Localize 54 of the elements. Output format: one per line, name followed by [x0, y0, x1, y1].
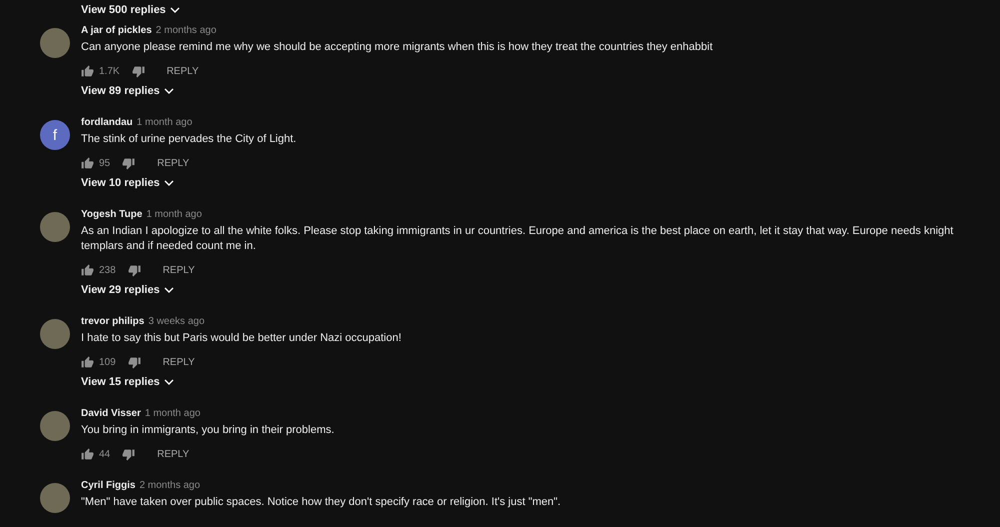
comment-text: I hate to say this but Paris would be better under Nazi occupation! [81, 331, 402, 346]
chevron-down-icon [164, 379, 174, 385]
thumbs-down-icon[interactable] [122, 156, 136, 170]
comment-text: As an Indian I apologize to all the white folks. Please stop taking immigrants in ur countries. Europe and america is the best place on earth, let it stay that way. Europe needs knight templars and if needed count me in. [81, 224, 954, 254]
author-name[interactable]: Yogesh Tupe [81, 208, 142, 222]
view-replies-button[interactable]: View 29 replies [81, 284, 174, 296]
like-count: 44 [99, 448, 110, 460]
chevron-down-icon [170, 7, 180, 13]
avatar-placeholder [40, 411, 70, 441]
like-count: 1.7K [99, 66, 120, 76]
author-name[interactable]: David Visser [81, 407, 141, 421]
comment-text: "Men" have taken over public spaces. Notice how they don't specify race or religion. It's just "men". [81, 495, 562, 510]
chevron-down-icon [164, 88, 174, 94]
like-count: 238 [99, 264, 116, 276]
view-replies-button[interactable]: View 10 replies [81, 177, 174, 189]
thumbs-up-icon[interactable] [81, 156, 94, 170]
avatar-placeholder [40, 212, 70, 242]
view-replies-button[interactable]: View 15 replies [81, 376, 174, 388]
author-name[interactable]: trevor philips [81, 315, 144, 329]
thumbs-down-icon[interactable] [128, 356, 141, 368]
like-count: 109 [99, 356, 116, 368]
comment-text: Can anyone please remind me why we should be accepting more migrants when this is how they treat the countries they enhabbit [81, 40, 714, 55]
reply-button[interactable]: REPLY [158, 354, 199, 370]
comment-time[interactable]: 2 months ago [156, 24, 216, 38]
comment-time[interactable]: 1 month ago [146, 208, 202, 222]
author-name[interactable]: Cyril Figgis [81, 479, 136, 493]
reply-button[interactable]: REPLY [153, 156, 194, 170]
thumbs-up-icon[interactable] [81, 264, 94, 276]
reply-button[interactable]: REPLY [153, 446, 194, 462]
thumbs-up-icon[interactable] [81, 448, 94, 460]
avatar-placeholder [40, 319, 70, 349]
avatar-placeholder [40, 28, 70, 58]
user-avatar: f [40, 120, 70, 150]
comment-time[interactable]: 3 weeks ago [148, 315, 205, 329]
thumbs-up-icon[interactable] [81, 64, 94, 78]
comment-time[interactable]: 1 month ago [144, 407, 200, 421]
reply-button[interactable]: REPLY [162, 64, 203, 78]
like-count: 95 [99, 158, 110, 168]
chevron-down-icon [164, 287, 174, 293]
thumbs-down-icon[interactable] [128, 264, 141, 276]
comment-text: The stink of urine pervades the City of Light. [81, 132, 298, 147]
avatar-placeholder [40, 483, 70, 513]
thumbs-up-icon[interactable] [81, 356, 94, 368]
view-replies-button[interactable]: View 500 replies [81, 4, 180, 16]
thumbs-down-icon[interactable] [132, 64, 145, 78]
comment-text: You bring in immigrants, you bring in their problems. [81, 423, 336, 438]
comment-time[interactable]: 1 month ago [136, 116, 192, 130]
author-name[interactable]: A jar of pickles [81, 24, 152, 38]
author-name[interactable]: fordlandau [81, 116, 133, 130]
chevron-down-icon [164, 180, 174, 186]
reply-button[interactable]: REPLY [158, 262, 199, 278]
comment-time[interactable]: 2 months ago [139, 479, 200, 493]
thumbs-down-icon[interactable] [122, 448, 136, 460]
view-replies-button[interactable]: View 89 replies [81, 85, 174, 97]
